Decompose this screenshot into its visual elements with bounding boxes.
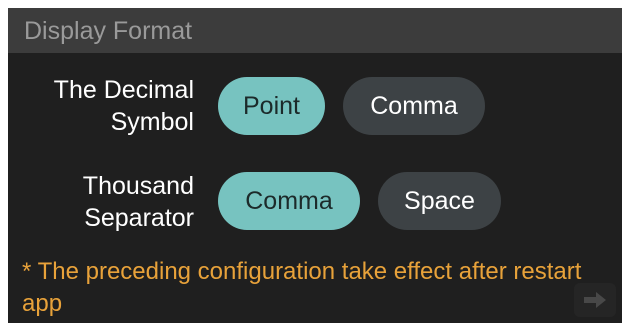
thousand-separator-label-line2: Separator [84,204,194,232]
decimal-symbol-label-line1: The Decimal [53,76,194,104]
thousand-separator-label-line1: Thousand [82,172,194,200]
display-format-panel: Display Format The Decimal Symbol Point … [8,8,622,323]
restart-note: * The preceding configuration take effec… [22,258,582,317]
thousand-separator-label: Thousand Separator [18,170,194,234]
decimal-symbol-label: The Decimal Symbol [18,74,194,138]
decimal-point-option[interactable]: Point [218,77,325,135]
arrow-right-icon[interactable] [574,283,616,317]
thousand-space-option[interactable]: Space [378,172,501,230]
decimal-comma-option[interactable]: Comma [343,77,485,135]
thousand-comma-option[interactable]: Comma [218,172,360,230]
section-header: Display Format [8,8,622,53]
thousand-space-label: Space [404,186,475,215]
section-title: Display Format [24,17,193,45]
decimal-symbol-label-line2: Symbol [110,108,194,136]
decimal-point-label: Point [243,91,300,120]
decimal-comma-label: Comma [370,91,458,120]
thousand-comma-label: Comma [245,186,333,215]
